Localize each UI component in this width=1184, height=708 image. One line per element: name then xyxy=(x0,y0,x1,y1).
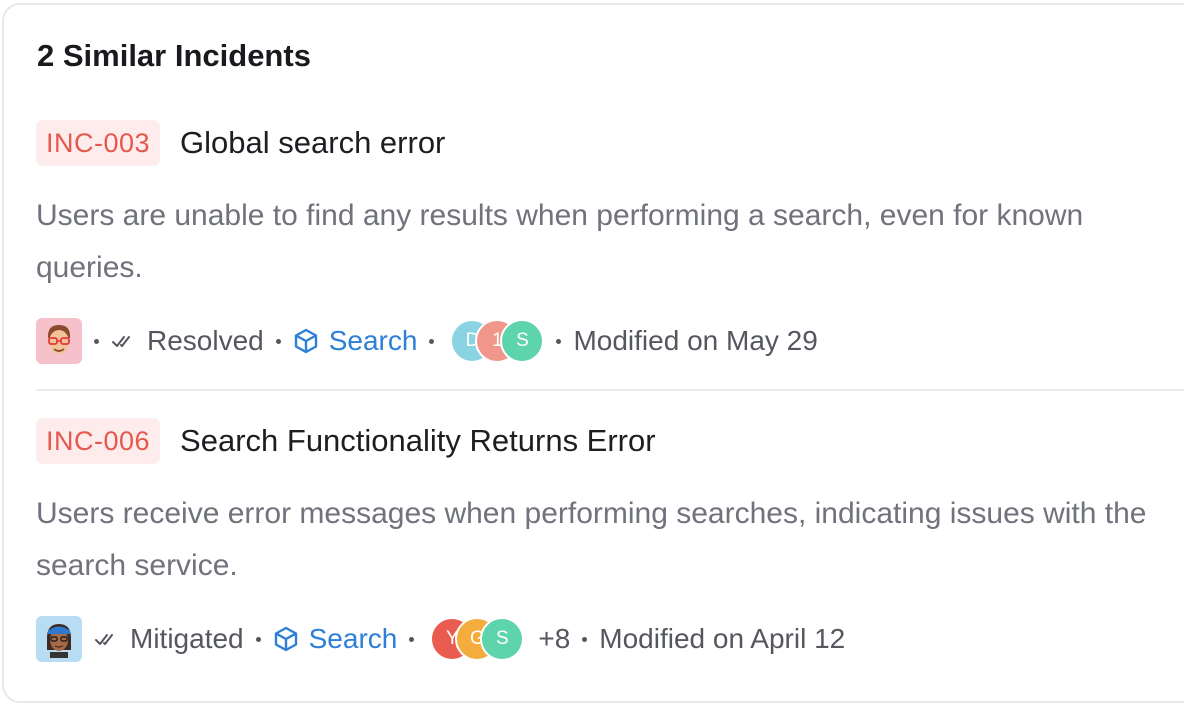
double-check-icon xyxy=(94,627,118,651)
service-link[interactable]: Search xyxy=(273,623,398,655)
description-line: search service. xyxy=(36,549,238,582)
assignee-avatar[interactable]: S xyxy=(500,319,545,363)
separator-dot xyxy=(429,338,435,344)
status-label: Mitigated xyxy=(130,623,244,654)
incident-description: Users are unable to find any results whe… xyxy=(36,190,1184,294)
description-line: Users receive error messages when perfor… xyxy=(36,497,1147,530)
avatar[interactable] xyxy=(36,616,82,662)
separator-dot xyxy=(275,338,281,344)
separator-dot xyxy=(582,636,588,642)
separator-dot xyxy=(409,636,415,642)
cube-icon xyxy=(294,328,317,354)
incident-title[interactable]: Global search error xyxy=(180,125,445,161)
divider xyxy=(36,389,1184,391)
assignee-avatar[interactable]: S xyxy=(480,617,525,661)
service-label[interactable]: Search xyxy=(309,623,398,655)
more-assignees-count[interactable]: +8 xyxy=(538,623,570,655)
separator-dot xyxy=(556,338,562,344)
modified-date: Modified on April 12 xyxy=(599,623,846,654)
separator-dot xyxy=(255,636,261,642)
incident-id-badge[interactable]: INC-003 xyxy=(36,120,161,166)
assignees-stack[interactable]: D 1 S xyxy=(450,319,545,363)
incident-title[interactable]: Search Functionality Returns Error xyxy=(180,423,656,459)
description-line: Users are unable to find any results whe… xyxy=(36,199,1084,232)
status-label: Resolved xyxy=(147,325,264,356)
incident-meta: Resolved Search D 1 S Modified on May 29 xyxy=(36,317,818,365)
modified-date: Modified on May 29 xyxy=(573,325,818,356)
service-label[interactable]: Search xyxy=(329,325,418,357)
service-link[interactable]: Search xyxy=(293,325,418,357)
separator-dot xyxy=(94,338,99,344)
incident-id-badge[interactable]: INC-006 xyxy=(36,418,161,464)
incident-item[interactable]: INC-006 Search Functionality Returns Err… xyxy=(36,417,1184,662)
double-check-icon xyxy=(111,329,135,353)
cube-icon xyxy=(274,626,297,652)
avatar[interactable] xyxy=(36,318,82,364)
incident-meta: Mitigated Search Y G S +8 Modified on Ap… xyxy=(36,615,845,663)
incident-item[interactable]: INC-003 Global search error Users are un… xyxy=(36,119,1184,364)
panel-heading: 2 Similar Incidents xyxy=(37,38,311,73)
description-line: queries. xyxy=(36,251,143,284)
assignees-stack[interactable]: Y G S xyxy=(430,617,525,661)
incident-description: Users receive error messages when perfor… xyxy=(36,488,1184,592)
